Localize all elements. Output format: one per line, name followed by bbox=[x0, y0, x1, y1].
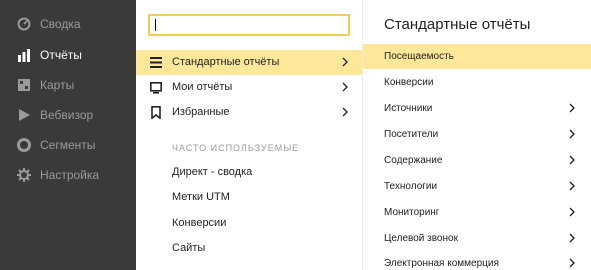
chevron-right-icon bbox=[569, 207, 575, 217]
frequent-link-sites[interactable]: Сайты bbox=[172, 242, 205, 255]
search-input[interactable] bbox=[148, 14, 350, 36]
report-item-content[interactable]: Содержание bbox=[363, 148, 591, 173]
report-item-call-tracking[interactable]: Целевой звонок bbox=[363, 226, 591, 251]
map-icon bbox=[18, 79, 30, 91]
menu-item-my-reports[interactable]: Мои отчёты bbox=[136, 75, 362, 100]
chevron-right-icon bbox=[342, 82, 348, 92]
sidebar-item-reports[interactable]: Отчёты bbox=[0, 40, 136, 70]
sidebar-item-summary[interactable]: Сводка bbox=[0, 9, 136, 39]
bookmark-icon bbox=[151, 106, 161, 119]
menu-item-label: Мои отчёты bbox=[172, 81, 233, 93]
frequent-link-direct-summary[interactable]: Директ - сводка bbox=[172, 166, 252, 179]
menu-item-standard-reports[interactable]: Стандартные отчёты bbox=[136, 50, 362, 75]
chevron-right-icon bbox=[569, 155, 575, 165]
menu-item-favorites[interactable]: Избранные bbox=[136, 100, 362, 125]
chevron-right-icon bbox=[569, 129, 575, 139]
report-item-label: Технологии bbox=[384, 181, 438, 192]
sidebar-item-label: Вебвизор bbox=[40, 108, 94, 122]
standard-reports-panel: Стандартные отчёты Посещаемость Конверси… bbox=[362, 0, 591, 270]
frequent-link-utm-tags[interactable]: Метки UTM bbox=[172, 191, 230, 204]
report-item-label: Посещаемость bbox=[384, 51, 454, 62]
sidebar: Сводка Отчёты Карты Вебвизор Сегменты На… bbox=[0, 0, 136, 270]
report-item-label: Электронная коммерция bbox=[384, 258, 499, 269]
menu-item-label: Стандартные отчёты bbox=[172, 56, 280, 68]
frequent-link-conversions[interactable]: Конверсии bbox=[172, 217, 226, 230]
menu-item-label: Избранные bbox=[172, 106, 230, 118]
sidebar-item-segments[interactable]: Сегменты bbox=[0, 130, 136, 160]
report-item-monitoring[interactable]: Мониторинг bbox=[363, 200, 591, 225]
sidebar-item-settings[interactable]: Настройка bbox=[0, 160, 136, 190]
report-item-conversions[interactable]: Конверсии bbox=[363, 70, 591, 95]
sidebar-item-webvisor[interactable]: Вебвизор bbox=[0, 100, 136, 130]
panel-title: Стандартные отчёты bbox=[384, 16, 531, 33]
report-item-visitors[interactable]: Посетители bbox=[363, 122, 591, 147]
chevron-right-icon bbox=[569, 258, 575, 268]
text-caret bbox=[155, 19, 156, 31]
report-item-sources[interactable]: Источники bbox=[363, 96, 591, 121]
reports-menu: Стандартные отчёты Мои отчёты Избранные … bbox=[136, 0, 362, 270]
play-icon bbox=[19, 109, 30, 121]
report-item-label: Источники bbox=[384, 103, 433, 114]
monitor-icon bbox=[150, 81, 162, 94]
segments-icon bbox=[17, 138, 31, 152]
chevron-right-icon bbox=[569, 181, 575, 191]
bar-chart-icon bbox=[18, 49, 30, 62]
chevron-right-icon bbox=[569, 103, 575, 113]
report-item-technologies[interactable]: Технологии bbox=[363, 174, 591, 199]
report-item-label: Мониторинг bbox=[384, 207, 440, 218]
chevron-right-icon bbox=[569, 233, 575, 243]
report-item-label: Содержание bbox=[384, 155, 443, 166]
dashboard-icon bbox=[17, 17, 31, 31]
sidebar-item-label: Настройка bbox=[40, 168, 100, 182]
sidebar-item-label: Отчёты bbox=[40, 48, 82, 62]
sidebar-item-label: Карты bbox=[40, 78, 75, 92]
report-item-traffic[interactable]: Посещаемость bbox=[363, 44, 591, 69]
sidebar-item-label: Сегменты bbox=[40, 138, 96, 152]
list-icon bbox=[150, 57, 162, 68]
section-title-frequent: ЧАСТО ИСПОЛЬЗУЕМЫЕ bbox=[172, 143, 300, 153]
report-item-label: Конверсии bbox=[384, 77, 434, 88]
sidebar-item-label: Сводка bbox=[40, 17, 81, 31]
chevron-right-icon bbox=[342, 107, 348, 117]
report-item-ecommerce[interactable]: Электронная коммерция bbox=[363, 251, 591, 270]
chevron-right-icon bbox=[342, 57, 348, 67]
report-item-label: Посетители bbox=[384, 129, 439, 140]
report-item-label: Целевой звонок bbox=[384, 233, 458, 244]
sidebar-item-maps[interactable]: Карты bbox=[0, 70, 136, 100]
gear-icon bbox=[17, 168, 31, 182]
